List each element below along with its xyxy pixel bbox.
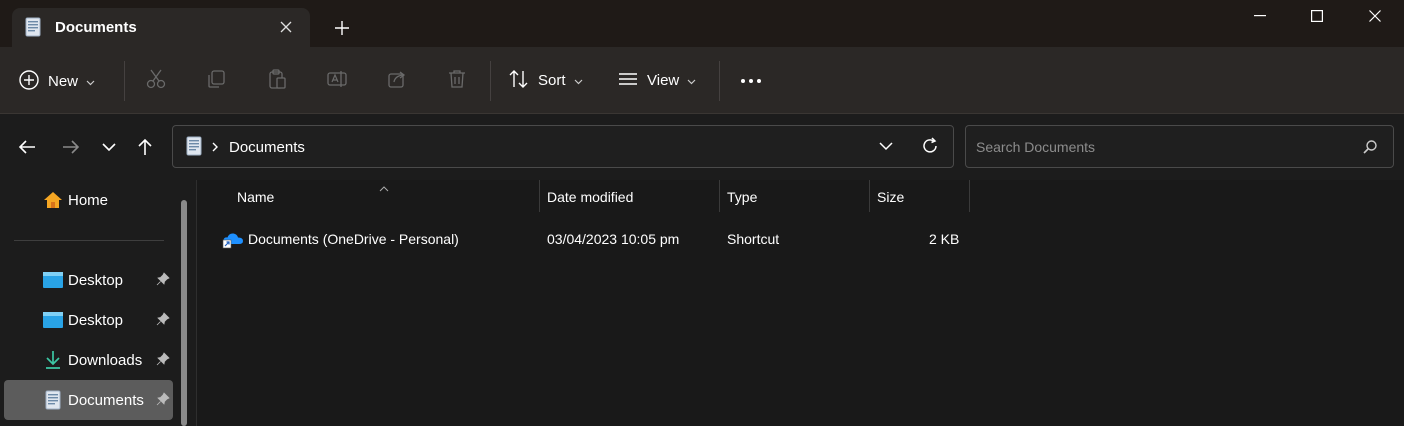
pin-icon[interactable] [156,272,170,289]
sidebar-item-label: Home [68,192,109,209]
sidebar-divider [14,240,164,241]
toolbar-divider [719,61,720,101]
document-icon [25,17,41,40]
delete-icon[interactable] [445,67,469,91]
sidebar-item-home[interactable]: Home [4,180,173,220]
navigation-bar: Documents [0,114,1404,180]
pin-icon[interactable] [156,312,170,329]
new-label: New [48,72,79,90]
view-button[interactable]: View [617,67,696,93]
onedrive-shortcut-icon [222,229,244,252]
more-options-icon[interactable] [739,69,763,93]
sort-label: Sort [538,71,566,89]
up-arrow-icon[interactable] [132,134,158,160]
chevron-down-icon [86,73,95,89]
paste-icon[interactable] [265,67,289,91]
column-header-name[interactable]: Name [197,180,539,212]
file-row[interactable]: Documents (OneDrive - Personal) 03/04/20… [219,224,979,254]
sidebar-item-documents[interactable]: Documents [4,380,173,420]
title-bar: Documents [0,0,1404,47]
sort-arrows-icon [508,69,530,92]
column-header-label: Size [877,189,905,205]
file-name: Documents (OneDrive - Personal) [248,231,459,247]
copy-icon[interactable] [204,67,228,91]
file-date: 03/04/2023 10:05 pm [547,231,680,247]
column-header-label: Type [727,189,758,205]
plus-circle-icon [18,69,40,94]
tab-title: Documents [55,19,137,36]
column-header-type[interactable]: Type [720,180,869,212]
sidebar-item-downloads[interactable]: Downloads [4,340,173,380]
sidebar-item-label: Desktop [68,272,124,289]
desktop-icon [42,310,64,330]
file-size: 2 KB [929,231,960,247]
chevron-down-icon[interactable] [879,138,893,157]
new-button[interactable]: New [18,64,95,98]
file-type: Shortcut [727,231,780,247]
column-divider[interactable] [969,180,970,212]
refresh-icon[interactable] [921,137,939,158]
column-header-size[interactable]: Size [870,180,970,212]
chevron-down-icon [574,72,583,88]
search-input[interactable] [976,136,1346,158]
sidebar-item-label: Downloads [68,352,143,369]
search-box [965,125,1394,168]
share-icon[interactable] [385,67,409,91]
recent-locations-icon[interactable] [96,134,122,160]
chevron-right-icon [211,139,219,158]
minimize-button[interactable] [1232,0,1288,32]
cut-icon[interactable] [144,67,168,91]
maximize-button[interactable] [1289,0,1345,32]
sidebar-item-desktop[interactable]: Desktop [4,300,173,340]
search-icon[interactable] [1362,139,1378,158]
column-header-date[interactable]: Date modified [540,180,719,212]
command-bar: New Sort View [0,47,1404,114]
view-label: View [647,71,680,89]
document-icon [186,136,202,159]
sidebar-item-label: Documents [68,392,144,409]
pin-icon[interactable] [156,392,170,409]
navigation-pane: Home Desktop Desktop Downloads Documents [0,180,196,426]
sidebar-scrollbar[interactable] [181,200,187,426]
sidebar-item-label: Desktop [68,312,124,329]
column-header-label: Name [237,189,275,205]
chevron-down-icon [687,72,696,88]
toolbar-divider [490,61,491,101]
toolbar-divider [124,61,125,101]
view-lines-icon [617,71,639,90]
back-arrow-icon[interactable] [14,134,40,160]
tab-documents[interactable]: Documents [12,8,310,47]
rename-icon[interactable] [325,67,349,91]
new-tab-button[interactable] [330,16,354,40]
forward-arrow-icon[interactable] [58,134,84,160]
address-bar[interactable]: Documents [172,125,954,168]
sidebar-item-desktop[interactable]: Desktop [4,260,173,300]
download-icon [42,350,64,370]
close-tab-icon[interactable] [277,17,295,37]
column-header-label: Date modified [547,189,634,205]
sort-button[interactable]: Sort [508,67,583,93]
desktop-icon [42,270,64,290]
close-window-button[interactable] [1347,0,1403,32]
home-icon [42,190,64,210]
document-icon [42,390,64,410]
pin-icon[interactable] [156,352,170,369]
breadcrumb[interactable]: Documents [229,139,305,156]
file-list: Name Date modified Type Size Documents (… [197,180,1404,426]
